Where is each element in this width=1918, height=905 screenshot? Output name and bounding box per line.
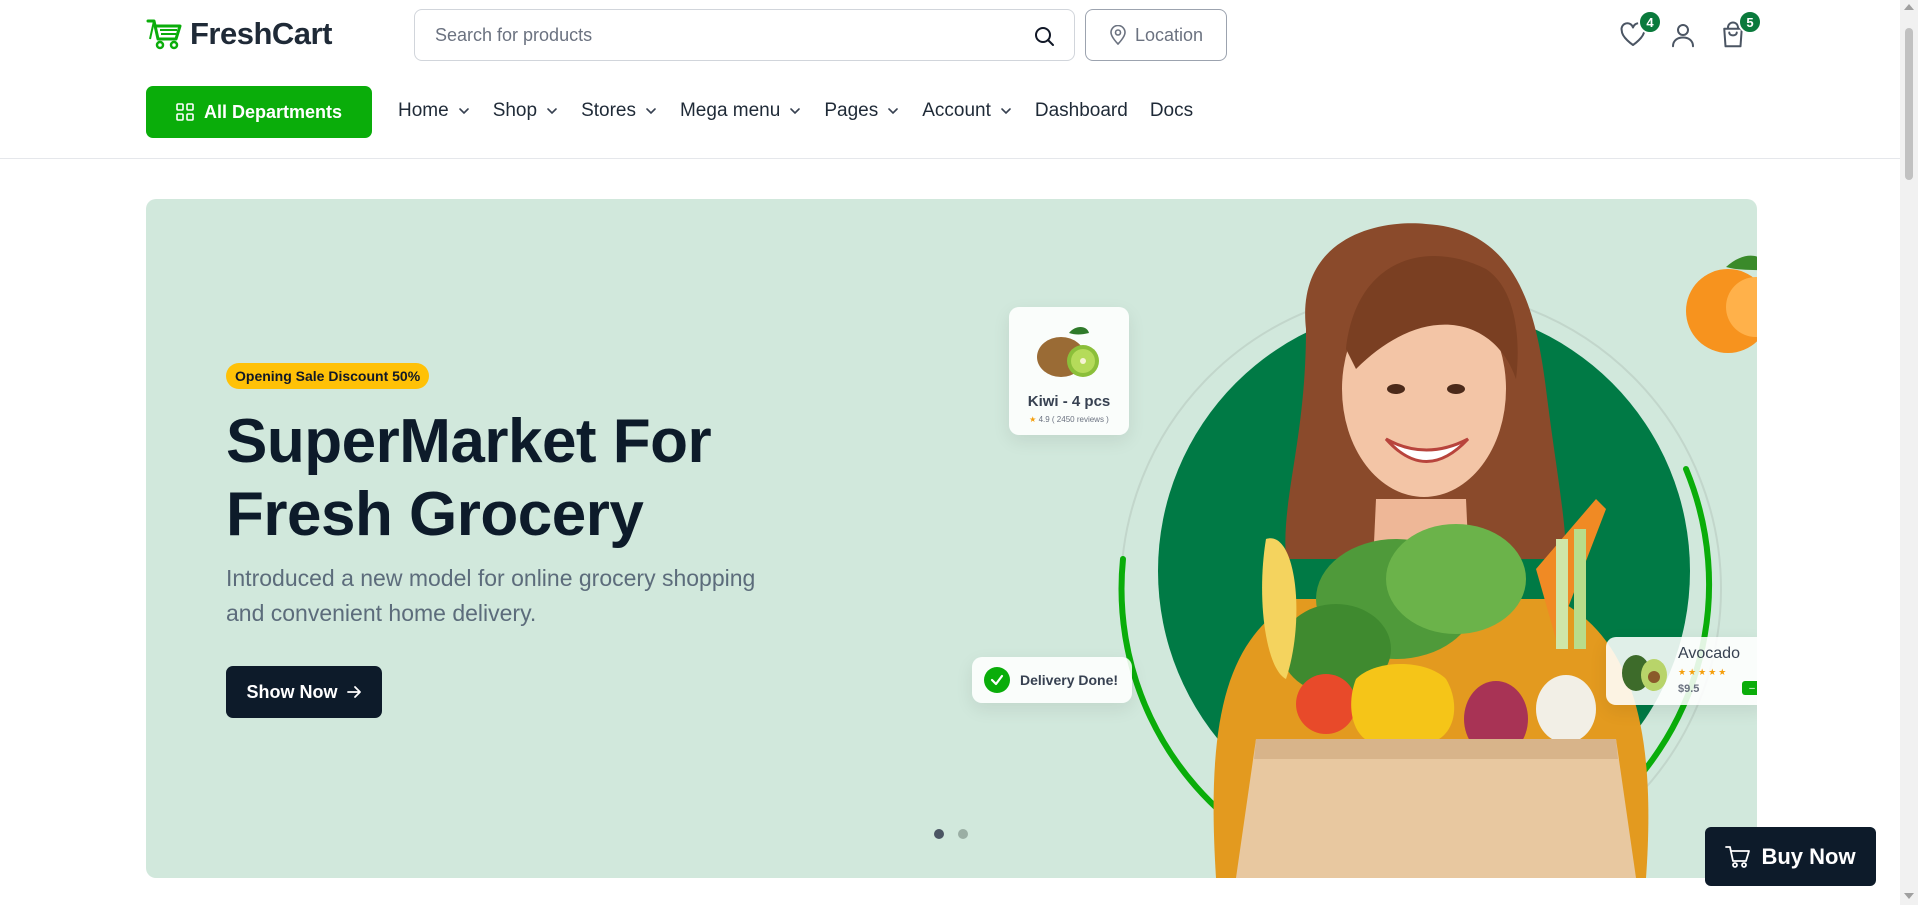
carousel-dot-1[interactable] — [934, 829, 944, 839]
star-icon: ★ — [1029, 415, 1037, 424]
cart-icon — [1725, 845, 1751, 868]
kiwi-product-card[interactable]: Kiwi - 4 pcs ★ 4.9 ( 2450 reviews ) — [1009, 307, 1129, 435]
buy-now-button[interactable]: Buy Now — [1705, 827, 1876, 886]
avocado-rating-stars: ★★★★★ — [1678, 667, 1729, 677]
search-icon[interactable] — [1032, 24, 1056, 48]
avocado-price: $9.5 — [1678, 683, 1700, 695]
nav-item-shop[interactable]: Shop — [493, 100, 559, 122]
page-scrollbar[interactable] — [1900, 0, 1918, 905]
hero-title: SuperMarket For Fresh Grocery — [226, 407, 712, 549]
shopping-cart-logo-icon — [146, 19, 182, 50]
check-circle-icon — [984, 667, 1010, 693]
kiwi-rating: ★ 4.9 ( 2450 reviews ) — [1029, 415, 1109, 424]
wishlist-count-badge: 4 — [1638, 10, 1662, 34]
chevron-down-icon — [458, 108, 469, 115]
account-button[interactable] — [1668, 20, 1698, 50]
avocado-product-card[interactable]: Avocado ★★★★★ $9.5 – — [1606, 637, 1757, 705]
location-label: Location — [1134, 24, 1204, 45]
search-bar — [414, 9, 1075, 61]
hero-illustration — [1118, 223, 1757, 878]
sale-badge: Opening Sale Discount 50% — [226, 363, 430, 389]
scroll-up-arrow-icon[interactable] — [1904, 4, 1914, 10]
chevron-down-icon — [790, 108, 801, 115]
delivery-status-card: Delivery Done! — [972, 657, 1132, 703]
brand-name: FreshCart — [190, 16, 332, 51]
cart-count-badge: 5 — [1738, 10, 1762, 34]
scroll-thumb[interactable] — [1905, 28, 1913, 180]
all-departments-label: All Departments — [203, 101, 343, 122]
nav-item-dashboard[interactable]: Dashboard — [1035, 100, 1128, 122]
nav-item-mega-menu[interactable]: Mega menu — [680, 100, 802, 122]
search-input[interactable] — [415, 24, 1074, 46]
scroll-down-arrow-icon[interactable] — [1904, 893, 1914, 899]
nav-item-stores[interactable]: Stores — [581, 100, 658, 122]
kiwi-image — [1037, 327, 1099, 377]
user-icon — [1672, 24, 1694, 48]
delivery-status-label: Delivery Done! — [1020, 672, 1119, 688]
nav-menu: Home Shop Stores Mega menu Pages Account… — [398, 100, 1215, 122]
avocado-product-name: Avocado — [1678, 645, 1740, 662]
main-navigation: All Departments Home Shop Stores Mega me… — [0, 70, 1900, 159]
carousel-indicators — [934, 829, 968, 839]
avocado-image — [1622, 655, 1667, 691]
show-now-button[interactable]: Show Now — [226, 666, 382, 718]
hero-subtitle: Introduced a new model for online grocer… — [226, 565, 756, 626]
nav-item-docs[interactable]: Docs — [1150, 100, 1193, 122]
chevron-down-icon — [1001, 108, 1011, 115]
hero-banner: Opening Sale Discount 50% SuperMarket Fo… — [146, 199, 1757, 878]
grid-icon — [176, 103, 194, 121]
map-pin-icon — [1110, 25, 1126, 45]
wishlist-button[interactable]: 4 — [1618, 10, 1662, 50]
nav-item-home[interactable]: Home — [398, 100, 471, 122]
header: FreshCart Location 4 5 — [0, 0, 1900, 70]
nav-item-account[interactable]: Account — [922, 100, 1013, 122]
all-departments-button[interactable]: All Departments — [146, 86, 372, 138]
location-button[interactable]: Location — [1085, 9, 1227, 61]
logo[interactable]: FreshCart — [146, 16, 332, 52]
add-to-cart-button[interactable]: – — [1742, 681, 1757, 695]
chevron-down-icon — [547, 108, 557, 115]
carousel-dot-2[interactable] — [958, 829, 968, 839]
nav-item-pages[interactable]: Pages — [824, 100, 900, 122]
chevron-down-icon — [888, 108, 899, 115]
chevron-down-icon — [646, 108, 656, 115]
cart-button[interactable]: 5 — [1718, 10, 1762, 50]
kiwi-product-name: Kiwi - 4 pcs — [1027, 393, 1111, 410]
arrow-right-icon — [346, 686, 361, 698]
